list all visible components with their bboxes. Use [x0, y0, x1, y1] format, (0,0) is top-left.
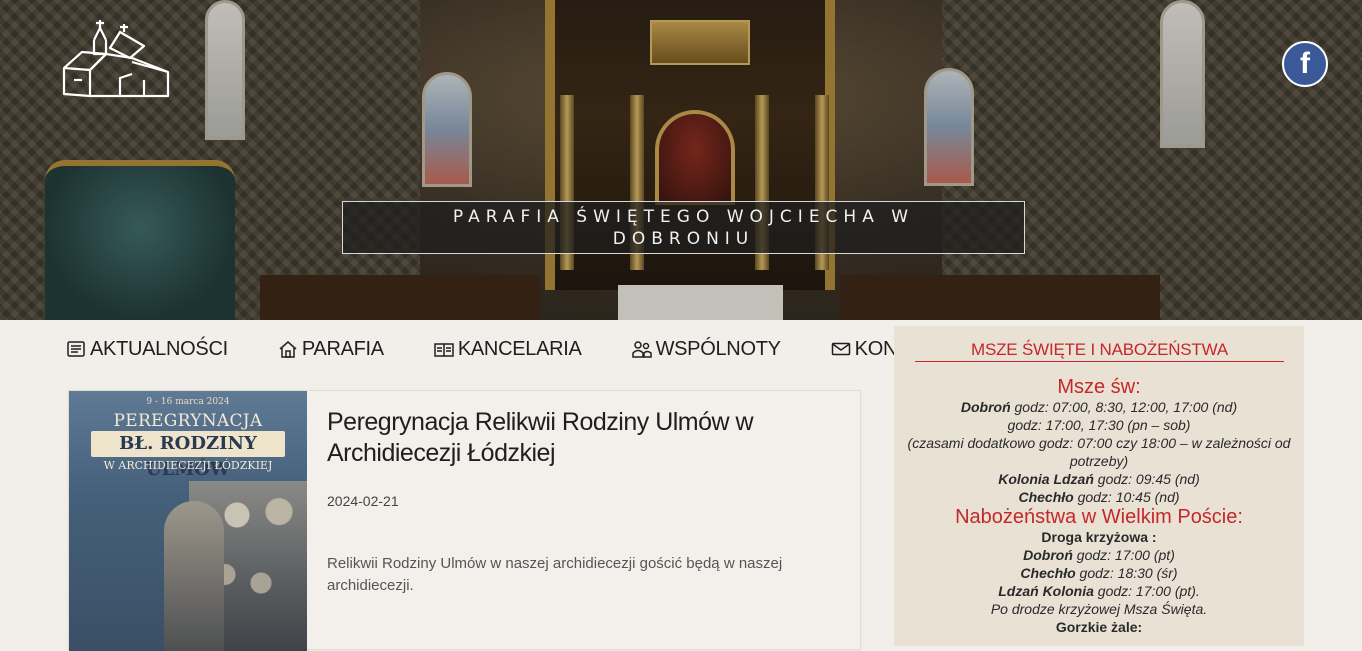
- schedule-line: Dobroń godz: 07:00, 8:30, 12:00, 17:00 (…: [960, 399, 1238, 415]
- hero-banner: [0, 0, 1362, 320]
- schedule-line: Chechło godz: 18:30 (śr): [1020, 565, 1178, 581]
- lament-heading: Gorzkie żale:: [1055, 619, 1143, 635]
- sidebar-title: MSZE ŚWIĘTE I NABOŻEŃSTWA: [915, 340, 1284, 362]
- envelope-icon: [831, 342, 850, 356]
- nav-item-parafia[interactable]: PARAFIA: [278, 332, 384, 366]
- nav-item-kancelaria[interactable]: KANCELARIA: [434, 332, 582, 366]
- nav-label: AKTUALNOŚCI: [90, 337, 228, 360]
- article-date: 2024-02-21: [327, 493, 399, 509]
- facebook-icon[interactable]: f: [1282, 41, 1328, 87]
- sidebar-body: Msze św: Dobroń godz: 07:00, 8:30, 12:00…: [904, 376, 1294, 636]
- newspaper-icon: [67, 341, 85, 357]
- poster-figure: [164, 501, 224, 651]
- schedule-line: Ldzań Kolonia godz: 17:00 (pt).: [998, 583, 1200, 599]
- poster-subheading: W ARCHIDIECEZJI ŁÓDZKIEJ: [103, 459, 273, 472]
- schedule-line: Dobroń godz: 17:00 (pt): [1023, 547, 1175, 563]
- nav-item-wspolnoty[interactable]: WSPÓLNOTY: [631, 332, 781, 366]
- lent-heading: Nabożeństwa w Wielkim Poście:: [955, 506, 1243, 528]
- article-title[interactable]: Peregrynacja Relikwii Rodziny Ulmów w Ar…: [327, 407, 797, 469]
- poster-date: 9 - 16 marca 2024: [146, 397, 230, 407]
- schedule-note: (czasami dodatkowo godz: 07:00 czy 18:00…: [907, 435, 1291, 469]
- nav-label: KANCELARIA: [457, 337, 582, 360]
- book-icon: [434, 343, 454, 357]
- home-icon: [279, 341, 297, 358]
- article-poster-image[interactable]: 9 - 16 marca 2024 PEREGRYNACJA RELIKWII …: [69, 391, 307, 651]
- facebook-glyph: f: [1300, 47, 1310, 80]
- mass-schedule-sidebar: MSZE ŚWIĘTE I NABOŻEŃSTWA Msze św: Dobro…: [894, 326, 1304, 646]
- poster-band: BŁ. RODZINY ULMÓW: [91, 431, 285, 480]
- site-title: PARAFIA ŚWIĘTEGO WOJCIECHA W DOBRONIU: [452, 206, 915, 249]
- schedule-line: godz: 17:00, 17:30 (pn – sob): [1007, 417, 1191, 433]
- schedule-line: Chechło godz: 10:45 (nd): [1018, 489, 1180, 505]
- people-icon: [631, 341, 652, 358]
- site-title-box: PARAFIA ŚWIĘTEGO WOJCIECHA W DOBRONIU: [342, 201, 1025, 254]
- nav-label: WSPÓLNOTY: [655, 337, 781, 360]
- masses-heading: Msze św:: [1057, 376, 1141, 398]
- schedule-note: Po drodze krzyżowej Msza Święta.: [990, 601, 1208, 617]
- church-logo-icon[interactable]: [60, 18, 175, 98]
- way-of-cross-heading: Droga krzyżowa :: [1041, 529, 1157, 545]
- nav-label: PARAFIA: [301, 337, 384, 360]
- article-excerpt: Relikwii Rodziny Ulmów w naszej archidie…: [327, 555, 783, 594]
- main-nav: AKTUALNOŚCI PARAFIA KANCELARIA WSPÓLNOTY…: [66, 332, 946, 366]
- nav-item-aktualnosci[interactable]: AKTUALNOŚCI: [66, 332, 228, 366]
- schedule-line: Kolonia Ldzań godz: 09:45 (nd): [998, 471, 1200, 487]
- article-card: 9 - 16 marca 2024 PEREGRYNACJA RELIKWII …: [68, 390, 861, 651]
